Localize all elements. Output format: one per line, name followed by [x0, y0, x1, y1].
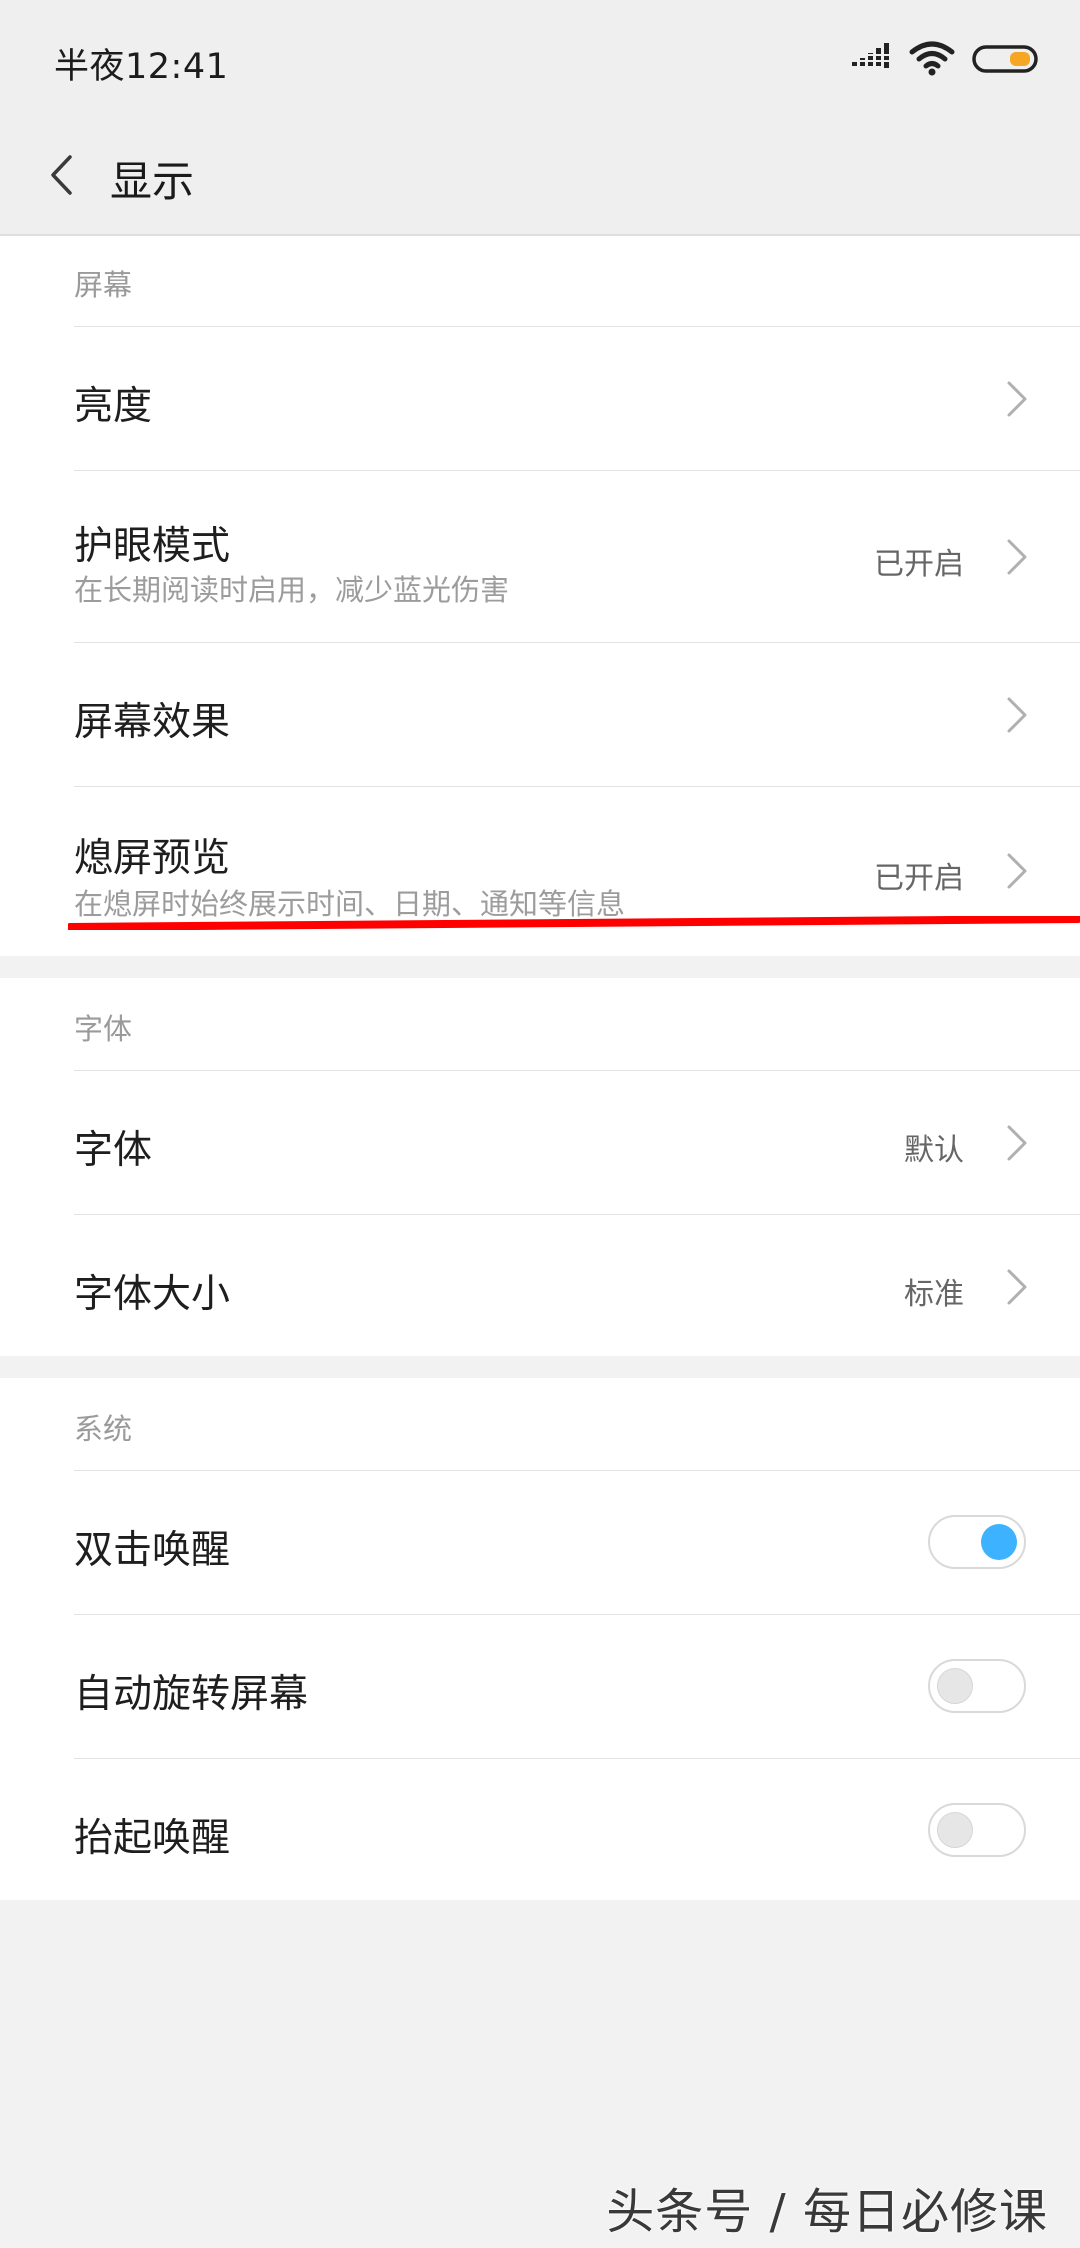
- setting-row-font[interactable]: 字体 默认: [74, 1070, 1080, 1215]
- row-label: 字体大小: [74, 1272, 231, 1317]
- raise-to-wake-toggle[interactable]: [928, 1803, 1026, 1857]
- row-subtitle: 在长期阅读时启用，减少蓝光伤害: [74, 573, 510, 607]
- row-label: 双击唤醒: [74, 1528, 231, 1573]
- section-system: 系统 双击唤醒 自动旋转屏幕 抬起唤醒: [0, 1378, 1080, 1900]
- row-value: 已开启: [874, 547, 964, 582]
- section-title: 字体: [74, 1012, 133, 1046]
- status-time: 半夜12:41: [54, 47, 229, 87]
- toggle-knob: [937, 1668, 973, 1704]
- row-label: 抬起唤醒: [74, 1816, 231, 1861]
- section-title: 屏幕: [74, 268, 133, 302]
- setting-row-double-tap-wake[interactable]: 双击唤醒: [74, 1470, 1080, 1615]
- setting-row-raise-to-wake[interactable]: 抬起唤醒: [74, 1758, 1080, 1901]
- signal-icon: [844, 43, 890, 68]
- chevron-right-icon: [1007, 381, 1027, 417]
- setting-row-screen-effect[interactable]: 屏幕效果: [74, 642, 1080, 787]
- setting-row-auto-rotate[interactable]: 自动旋转屏幕: [74, 1614, 1080, 1759]
- chevron-right-icon: [1007, 853, 1027, 889]
- watermark-text: 头条号 / 每日必修课: [606, 2184, 1048, 2240]
- row-label: 护眼模式: [74, 524, 231, 569]
- chevron-right-icon: [1007, 1125, 1027, 1161]
- red-underline-annotation: [68, 916, 1080, 930]
- auto-rotate-toggle[interactable]: [928, 1659, 1026, 1713]
- setting-row-font-size[interactable]: 字体大小 标准: [74, 1214, 1080, 1357]
- status-bar: 半夜12:41: [0, 0, 1080, 118]
- toggle-knob: [981, 1524, 1017, 1560]
- row-label: 字体: [74, 1128, 153, 1173]
- row-label: 熄屏预览: [74, 836, 231, 881]
- chevron-right-icon: [1007, 697, 1027, 733]
- row-label: 亮度: [74, 384, 153, 429]
- back-button[interactable]: [36, 150, 86, 200]
- section-title: 系统: [74, 1412, 133, 1446]
- row-value: 默认: [904, 1133, 964, 1168]
- status-icons: [840, 38, 1040, 78]
- setting-row-brightness[interactable]: 亮度: [74, 326, 1080, 471]
- row-label: 屏幕效果: [74, 700, 231, 745]
- setting-row-eye-care[interactable]: 护眼模式 在长期阅读时启用，减少蓝光伤害 已开启: [74, 470, 1080, 643]
- chevron-right-icon: [1007, 539, 1027, 575]
- chevron-right-icon: [1007, 1269, 1027, 1305]
- setting-row-ambient-display[interactable]: 熄屏预览 在熄屏时始终展示时间、日期、通知等信息 已开启: [74, 786, 1080, 957]
- row-value: 已开启: [874, 861, 964, 896]
- row-value: 标准: [904, 1277, 964, 1312]
- toggle-knob: [937, 1812, 973, 1848]
- row-label: 自动旋转屏幕: [74, 1672, 309, 1717]
- app-bar: 显示: [0, 118, 1080, 236]
- page-title: 显示: [110, 157, 195, 206]
- battery-icon: [972, 45, 1038, 73]
- section-font: 字体 字体 默认 字体大小 标准: [0, 978, 1080, 1356]
- chevron-left-icon: [51, 155, 72, 195]
- double-tap-wake-toggle[interactable]: [928, 1515, 1026, 1569]
- section-screen: 屏幕 亮度 护眼模式 在长期阅读时启用，减少蓝光伤害 已开启 屏幕效果 熄屏预览…: [0, 236, 1080, 956]
- wifi-icon: [909, 41, 955, 76]
